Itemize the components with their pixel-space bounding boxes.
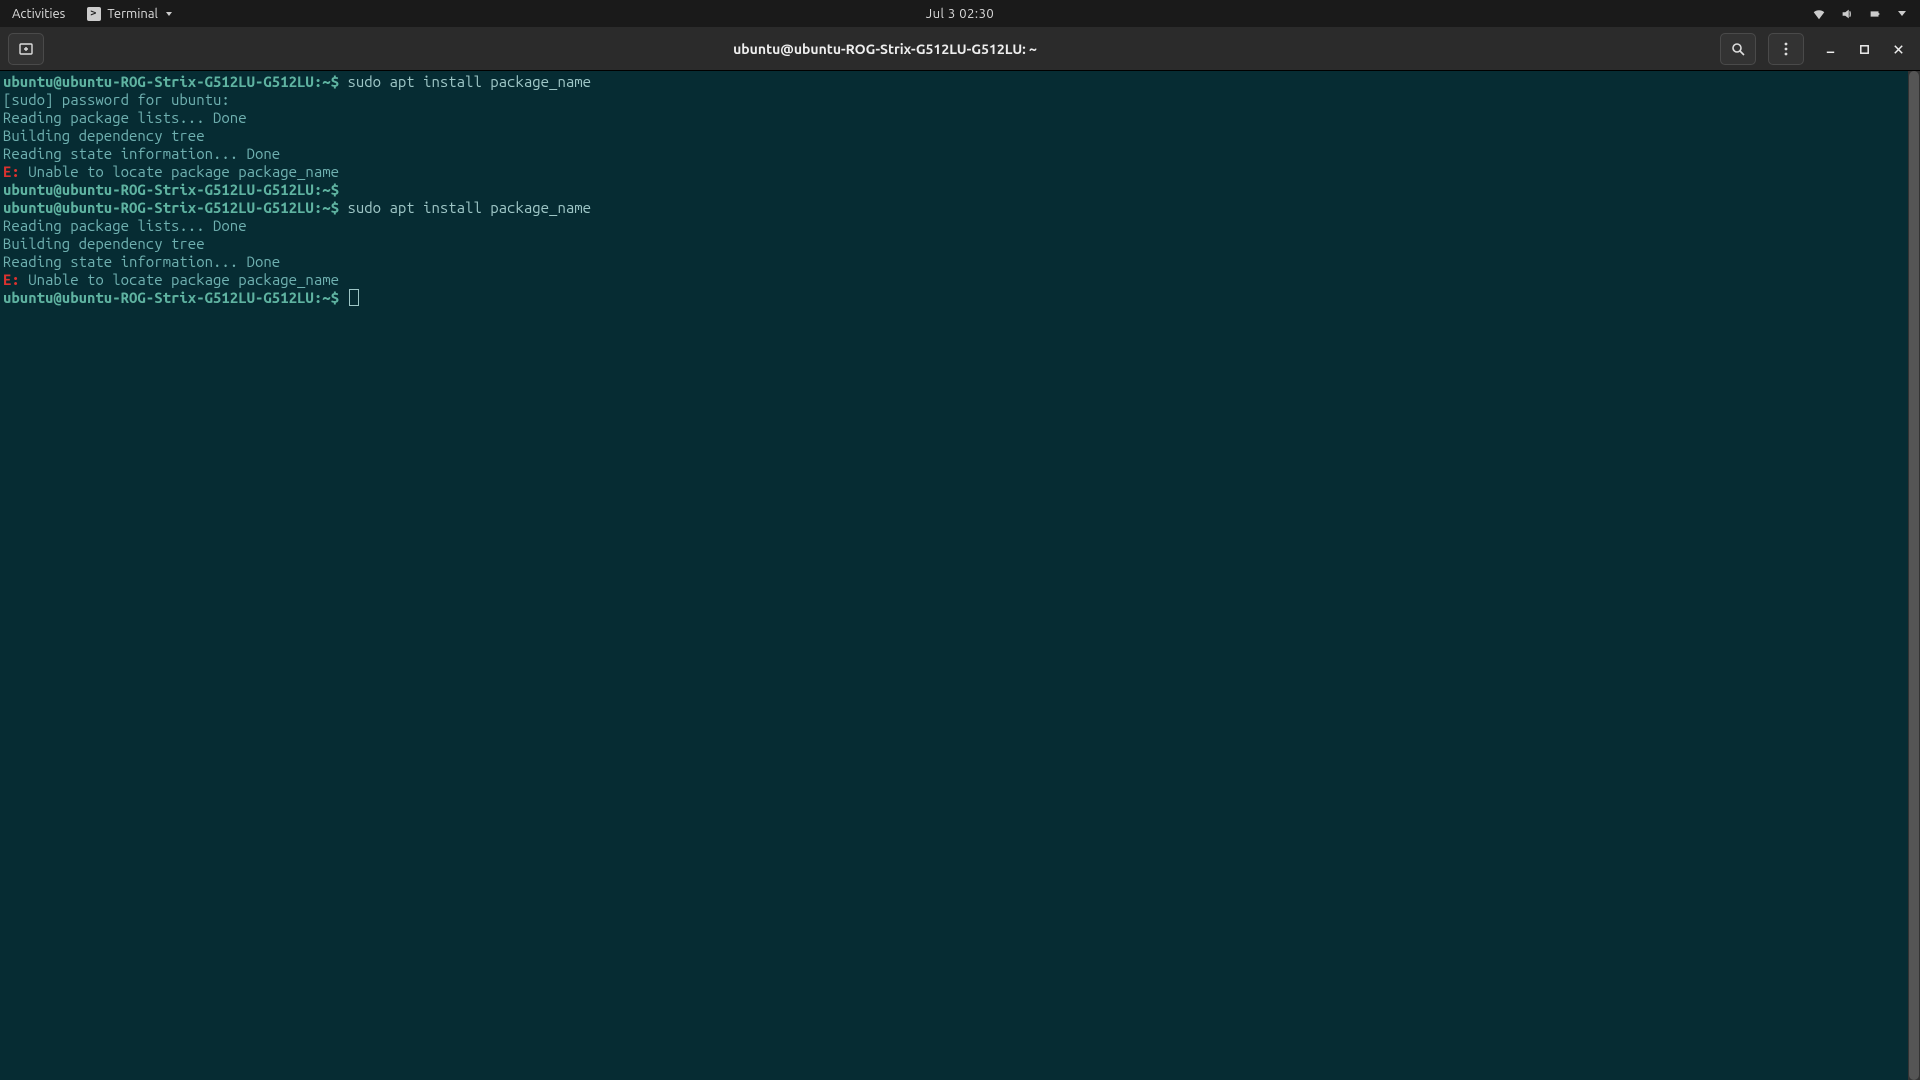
error-message: Unable to locate package package_name	[20, 271, 339, 288]
chevron-down-icon	[166, 12, 172, 16]
maximize-button[interactable]	[1850, 35, 1878, 63]
command-text: sudo apt install package_name	[347, 199, 591, 216]
output-line: Building dependency tree	[3, 127, 1917, 145]
app-menu-label: Terminal	[107, 7, 158, 21]
app-menu[interactable]: Terminal	[87, 7, 172, 21]
battery-icon	[1868, 7, 1882, 21]
new-tab-button[interactable]	[8, 33, 44, 65]
output-line: Reading state information... Done	[3, 145, 1917, 163]
prompt-user: ubuntu@ubuntu-ROG-Strix-G512LU-G512LU	[3, 73, 314, 90]
minimize-icon	[1824, 43, 1837, 56]
activities-button[interactable]: Activities	[12, 7, 65, 21]
scrollbar-thumb[interactable]	[1909, 71, 1919, 1080]
network-icon	[1812, 7, 1826, 21]
close-icon	[1892, 43, 1905, 56]
new-tab-icon	[18, 41, 34, 57]
minimize-button[interactable]	[1816, 35, 1844, 63]
output-line: Reading package lists... Done	[3, 109, 1917, 127]
terminal-icon	[87, 7, 101, 21]
search-icon	[1730, 41, 1746, 57]
close-button[interactable]	[1884, 35, 1912, 63]
window-title: ubuntu@ubuntu-ROG-Strix-G512LU-G512LU: ~	[50, 41, 1720, 57]
clock[interactable]: Jul 3 02:30	[926, 7, 995, 21]
command-text: sudo apt install package_name	[347, 73, 591, 90]
hamburger-menu-button[interactable]	[1768, 33, 1804, 65]
kebab-menu-icon	[1778, 41, 1794, 57]
output-line: Reading state information... Done	[3, 253, 1917, 271]
output-line: Reading package lists... Done	[3, 217, 1917, 235]
terminal-cursor	[349, 289, 359, 306]
chevron-down-icon	[1898, 11, 1906, 16]
error-prefix: E:	[3, 163, 20, 180]
maximize-icon	[1858, 43, 1871, 56]
gnome-top-panel: Activities Terminal Jul 3 02:30	[0, 0, 1920, 27]
error-message: Unable to locate package package_name	[20, 163, 339, 180]
search-button[interactable]	[1720, 33, 1756, 65]
output-line: [sudo] password for ubuntu:	[3, 91, 1917, 109]
window-titlebar: ubuntu@ubuntu-ROG-Strix-G512LU-G512LU: ~	[0, 27, 1920, 71]
vertical-scrollbar[interactable]	[1908, 71, 1920, 1080]
terminal-window: ubuntu@ubuntu-ROG-Strix-G512LU-G512LU: ~…	[0, 27, 1920, 1080]
volume-icon	[1840, 7, 1854, 21]
terminal-viewport[interactable]: ubuntu@ubuntu-ROG-Strix-G512LU-G512LU:~$…	[0, 71, 1920, 1080]
output-line: Building dependency tree	[3, 235, 1917, 253]
system-status-area[interactable]	[1812, 7, 1920, 21]
error-prefix: E:	[3, 271, 20, 288]
